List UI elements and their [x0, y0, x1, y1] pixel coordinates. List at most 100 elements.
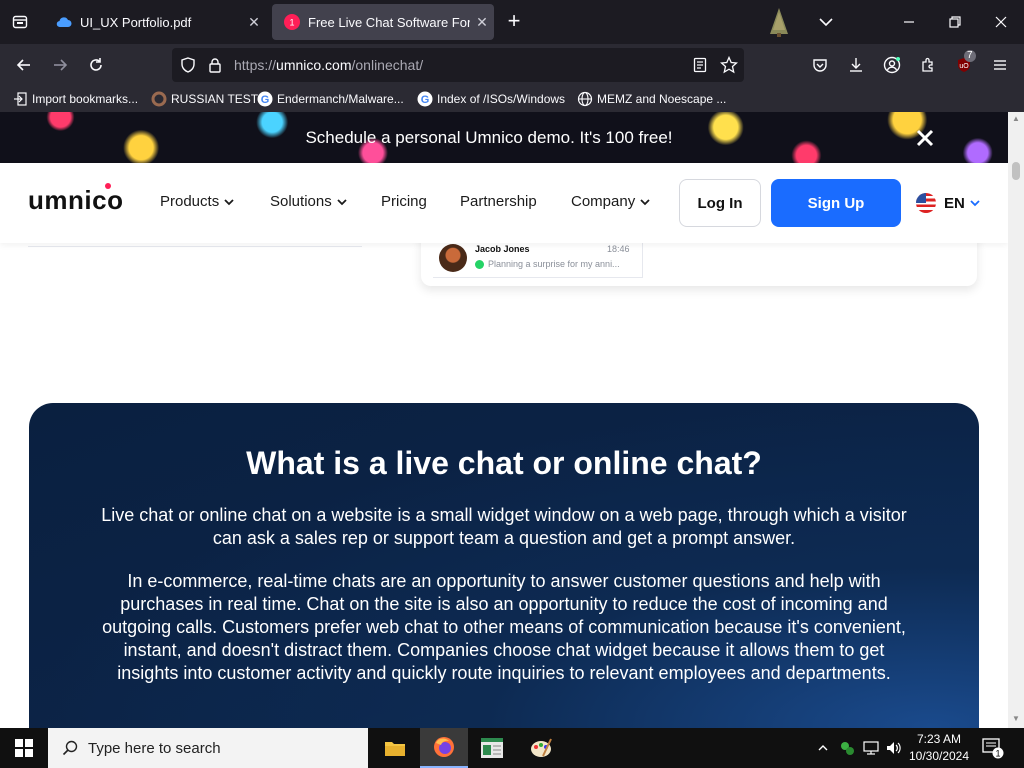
close-window-button[interactable]	[987, 8, 1015, 36]
us-flag-icon	[916, 193, 936, 213]
signup-button[interactable]: Sign Up	[771, 179, 901, 227]
new-tab-button[interactable]: +	[502, 10, 526, 34]
tab-umnico-live-chat[interactable]: 1 Free Live Chat Software For Wel ✕	[272, 4, 494, 40]
search-placeholder: Type here to search	[88, 739, 221, 757]
chevron-down-icon	[819, 18, 833, 27]
bookmark-star-icon[interactable]	[720, 56, 738, 74]
bookmark-russian-test[interactable]: RUSSIAN TEST	[151, 90, 258, 108]
language-selector[interactable]: EN	[916, 193, 981, 213]
chat-time: 18:46	[607, 244, 630, 254]
minimize-icon	[904, 21, 914, 23]
address-bar[interactable]: https://umnico.com/onlinechat/	[172, 48, 744, 82]
cloud-icon	[56, 14, 72, 30]
back-button[interactable]	[10, 51, 38, 79]
bookmark-isos-windows[interactable]: G Index of /ISOs/Windows	[417, 90, 565, 108]
page-viewport[interactable]: Schedule a personal Umnico demo. It's 10…	[0, 112, 1008, 728]
site-header: umnico Products Solutions Pricing Partne…	[0, 163, 1008, 243]
show-hidden-icons-button[interactable]	[812, 728, 834, 768]
tab-title: UI_UX Portfolio.pdf	[80, 14, 192, 30]
app-menu-button[interactable]	[986, 51, 1014, 79]
arrow-right-icon	[54, 59, 68, 71]
clock-time: 7:23 AM	[916, 732, 962, 746]
umnico-favicon-icon: 1	[284, 14, 300, 30]
chevron-down-icon	[970, 200, 980, 207]
site-icon	[151, 91, 167, 107]
nav-company[interactable]: Company	[571, 193, 651, 210]
bookmark-memz[interactable]: MEMZ and Noescape ...	[577, 90, 726, 108]
spreadsheet-app-taskbar-button[interactable]	[468, 728, 516, 768]
downloads-button[interactable]	[842, 51, 870, 79]
svg-text:G: G	[421, 94, 430, 106]
list-all-tabs-button[interactable]	[816, 12, 836, 32]
url-protocol: https://	[234, 57, 277, 73]
account-button[interactable]	[878, 51, 906, 79]
avatar	[439, 244, 467, 272]
whatsapp-icon	[475, 259, 484, 269]
pocket-icon	[813, 59, 827, 72]
section-title: What is a live chat or online chat?	[246, 445, 762, 481]
paint-app-taskbar-button[interactable]	[517, 728, 565, 768]
notification-center-button[interactable]: 1	[980, 736, 1004, 760]
scroll-down-arrow-icon[interactable]: ▼	[1012, 714, 1020, 723]
chat-message-preview: Planning a surprise for my anni...	[475, 259, 620, 269]
login-button[interactable]: Log In	[679, 179, 761, 227]
start-button[interactable]	[0, 728, 48, 768]
nav-solutions[interactable]: Solutions	[270, 193, 348, 210]
extension-badge: 7	[964, 50, 976, 62]
nav-partnership[interactable]: Partnership	[460, 193, 537, 210]
paint-palette-icon	[531, 738, 552, 757]
shield-icon[interactable]	[180, 57, 196, 73]
lock-icon[interactable]	[208, 57, 222, 73]
extensions-button[interactable]	[914, 51, 942, 79]
umnico-logo[interactable]: umnico	[28, 183, 129, 216]
arrow-left-icon	[16, 59, 30, 71]
volume-button[interactable]	[883, 728, 905, 768]
google-icon: G	[417, 91, 433, 107]
page-scrollbar[interactable]: ▲ ▼	[1008, 112, 1024, 728]
promo-text[interactable]: Schedule a personal Umnico demo. It's 10…	[0, 128, 978, 148]
forward-button[interactable]	[46, 51, 74, 79]
nav-pricing[interactable]: Pricing	[381, 193, 427, 210]
puzzle-icon	[922, 57, 933, 72]
close-tab-icon[interactable]: ✕	[242, 14, 266, 31]
logo-text: umnico	[28, 185, 124, 215]
pocket-button[interactable]	[806, 51, 834, 79]
taskbar-search-box[interactable]: Type here to search	[48, 728, 368, 768]
taskbar-clock[interactable]: 7:23 AM 10/30/2024	[904, 731, 974, 765]
live-chat-info-section: What is a live chat or online chat? Live…	[29, 403, 979, 728]
svg-text:uO: uO	[959, 63, 969, 70]
nav-products[interactable]: Products	[160, 193, 235, 210]
restore-window-button[interactable]	[941, 8, 969, 36]
minimize-window-button[interactable]	[895, 8, 923, 36]
bookmark-label: Endermanch/Malware...	[277, 92, 404, 106]
tray-app-button[interactable]	[836, 728, 858, 768]
notification-count: 1	[995, 749, 1000, 759]
scrollbar-thumb[interactable]	[1012, 162, 1020, 180]
firefox-view-button[interactable]	[6, 8, 34, 36]
nav-label: Pricing	[381, 193, 427, 210]
bookmark-label: RUSSIAN TEST	[171, 92, 259, 106]
chat-contact-name: Jacob Jones	[475, 244, 530, 254]
chevron-down-icon	[224, 198, 234, 205]
reader-view-icon[interactable]	[692, 57, 708, 73]
firefox-taskbar-button[interactable]	[420, 728, 468, 768]
url-text[interactable]: https://umnico.com/onlinechat/	[234, 57, 423, 73]
promo-banner[interactable]: Schedule a personal Umnico demo. It's 10…	[0, 112, 1008, 163]
hamburger-menu-icon	[994, 60, 1006, 70]
chevron-up-icon	[818, 745, 828, 751]
bookmark-endermanch[interactable]: G Endermanch/Malware...	[257, 90, 404, 108]
scroll-up-arrow-icon[interactable]: ▲	[1012, 114, 1020, 123]
reload-button[interactable]	[82, 51, 110, 79]
network-button[interactable]	[860, 728, 882, 768]
close-tab-icon[interactable]: ✕	[470, 14, 494, 31]
section-paragraph: In e-commerce, real-time chats are an op…	[102, 571, 906, 683]
tab-ui-ux-portfolio[interactable]: UI_UX Portfolio.pdf ✕	[44, 4, 266, 40]
svg-text:1: 1	[289, 18, 294, 28]
bookmark-import[interactable]: Import bookmarks...	[12, 90, 138, 108]
nav-label: Partnership	[460, 193, 537, 210]
import-icon	[12, 91, 28, 107]
promo-close-button[interactable]	[914, 127, 936, 149]
speaker-icon	[887, 742, 901, 754]
download-icon	[850, 58, 862, 72]
file-explorer-taskbar-button[interactable]	[371, 728, 419, 768]
